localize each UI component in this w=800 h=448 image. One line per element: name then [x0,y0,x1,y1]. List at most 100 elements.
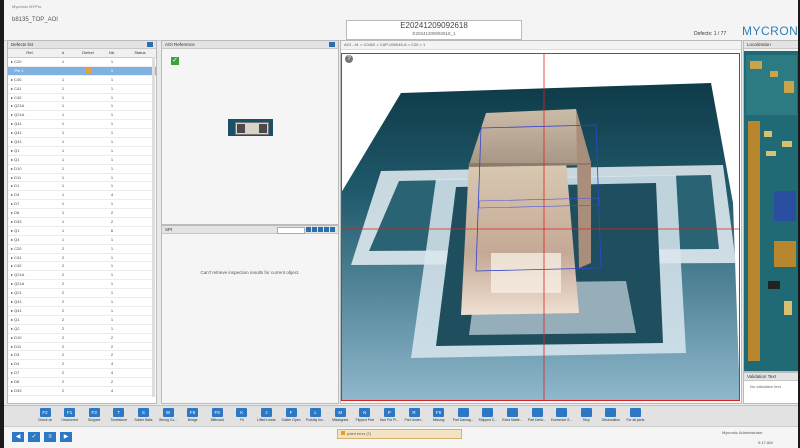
col-status[interactable]: Status [125,49,155,57]
table-row[interactable]: ▸ D7 2 4 [8,369,156,379]
toolbar-button[interactable]: F2 Check ok [34,408,56,425]
table-row[interactable]: ▸ Q41 1 1 [8,120,156,130]
zoom-out-icon[interactable] [312,227,317,232]
toolbar-button[interactable]: F Solder Open [280,408,302,425]
col-ref[interactable]: Ref. [8,49,49,57]
table-row[interactable]: ▸ Q1 1 1 [8,156,156,165]
toolbar-button[interactable]: F5 Missing [428,408,450,425]
table-row[interactable]: Pin 1 1 [8,66,156,76]
table-row[interactable]: ▸ Q21A 1 1 [8,111,156,121]
table-row[interactable]: ▸ Q21 2 1 [8,289,156,299]
toolbar-button[interactable]: S Solder Balls [132,408,154,425]
table-row[interactable]: ▸ C42 2 1 [8,262,156,272]
validate-button[interactable]: ✓ [28,432,40,442]
toolbar-button-label: Skipped [88,418,101,422]
table-row[interactable]: ▸ Q4 1 1 [8,236,156,245]
inspection-3d-panel: AOI - #1 > C0402 > CAP-000045-A > C20 > … [340,40,742,404]
cell-ref: ▸ D4 [11,192,20,198]
col-defect[interactable]: Defect [77,49,99,57]
toolbar-button[interactable]: Part Defor... [526,408,548,425]
table-row[interactable]: ▸ Q1 2 1 [8,316,156,325]
toolbar-button[interactable]: T Tombstone [108,408,130,425]
cell-n: 2 [61,263,65,269]
table-row[interactable]: ▸ D8 2 2 [8,378,156,387]
table-row[interactable]: ▸ Q41 1 1 [8,138,156,147]
toolbar-button[interactable]: N Flipped Part [354,408,376,425]
table-row[interactable]: ▸ D10 2 2 [8,334,156,343]
table-row[interactable]: ▸ Q2 2 1 [8,325,156,334]
toolbar-button[interactable]: Part Damag... [452,408,474,425]
table-row[interactable]: ▸ D4 2 4 [8,360,156,370]
table-row[interactable]: ▸ D11 2 2 [8,343,156,352]
table-row[interactable]: ▸ C20 2 1 [8,245,156,254]
3d-view[interactable] [341,53,740,401]
cell-nb: 1 [110,156,114,162]
panel-options-icon[interactable] [147,42,153,47]
table-row[interactable]: ▸ Q41 2 1 [8,307,156,316]
table-row[interactable]: ▸ D33 2 4 [8,387,156,396]
cell-status [125,316,155,324]
toolbar-button[interactable]: K Fit [231,408,253,425]
spi-select[interactable] [277,227,305,234]
toolbar-button[interactable]: J Lifted Leads [255,408,277,425]
next-button[interactable]: ▶ [60,432,72,442]
toolbar-button[interactable]: F3 Skipped [83,408,105,425]
table-row[interactable]: ▸ D11 1 1 [8,174,156,183]
toolbar-button[interactable]: W Wrong Co... [157,408,179,425]
table-row[interactable]: ▸ Q41 2 1 [8,298,156,307]
board-map[interactable] [744,51,798,371]
toolbar-button[interactable]: P Non Pol Pi... [378,408,400,425]
table-row[interactable]: ▸ D4 1 4 [8,191,156,201]
panel-options-icon[interactable] [329,42,335,47]
toolbar-button[interactable]: F8 Billboard [206,408,228,425]
spi-message: Can't retrieve inspection results for cu… [200,270,300,275]
toolbar-button[interactable]: L Polarity Inv... [305,408,327,425]
point-error-notice[interactable]: point error (7) [337,429,462,439]
table-row[interactable]: ▸ Q21A 2 1 [8,271,156,281]
col-number[interactable]: # [49,49,77,57]
cell-nb: 1 [110,236,114,242]
table-row[interactable]: ▸ C40 1 1 [8,76,156,85]
table-row[interactable]: ▸ D33 1 2 [8,218,156,227]
table-row[interactable]: ▸ C42 1 1 [8,94,156,103]
cell-nb: 1 [110,281,114,287]
defects-scrollbar[interactable] [152,57,155,397]
toolbar-button-label: Bridge [187,418,198,422]
settings-icon[interactable] [330,227,335,232]
rotate-icon[interactable] [318,227,323,232]
zoom-in-icon[interactable] [306,227,311,232]
col-nb[interactable]: Nb. [99,49,125,57]
toolbar-button[interactable]: R Part Under... [403,408,425,425]
help-icon[interactable]: ? [345,55,353,63]
fit-icon[interactable] [324,227,329,232]
table-row[interactable]: ▸ Q21A 2 1 [8,280,156,290]
cell-ref: ▸ D1 [11,183,20,189]
table-row[interactable]: ▸ Q12 4 [8,396,156,398]
toolbar-button-label: Misaligned [332,418,349,422]
table-row[interactable]: ▸ D7 1 1 [8,200,156,210]
toolbar-button[interactable]: Observation [600,408,622,425]
toolbar-button[interactable]: F1 Uncovered [59,408,81,425]
table-row[interactable]: ▸ D8 1 2 [8,209,156,219]
list-button[interactable]: ≡ [44,432,56,442]
table-row[interactable]: ▸ Q1 1 6 [8,227,156,236]
table-row[interactable]: ▸ D10 1 1 [8,165,156,174]
table-row[interactable]: ▸ Q21A 1 1 [8,102,156,112]
table-row[interactable]: ▸ D1 1 1 [8,182,156,192]
table-row[interactable]: ▸ C41 2 1 [8,254,156,263]
toolbar-button[interactable]: M Misaligned [329,408,351,425]
toolbar-button[interactable]: For all parts [624,408,646,425]
toolbar-button[interactable]: Shipped C... [477,408,499,425]
toolbar-button[interactable]: Extra Matte... [501,408,523,425]
table-row[interactable]: ▸ C20 1 1 [8,58,156,67]
table-row[interactable]: ▸ D3 2 2 [8,351,156,361]
cell-nb: 1 [110,85,114,91]
table-row[interactable]: ▸ Q41 1 1 [8,129,156,139]
board-id-box: E20241209092618 E20241209092618_1 [346,20,522,40]
toolbar-button[interactable]: F6 Bridge [182,408,204,425]
table-row[interactable]: ▸ C41 1 1 [8,85,156,94]
toolbar-button[interactable]: Excessive S... [551,408,573,425]
back-button[interactable]: ◀ [12,432,24,442]
toolbar-button[interactable]: Stop [575,408,597,425]
table-row[interactable]: ▸ Q1 1 1 [8,147,156,156]
